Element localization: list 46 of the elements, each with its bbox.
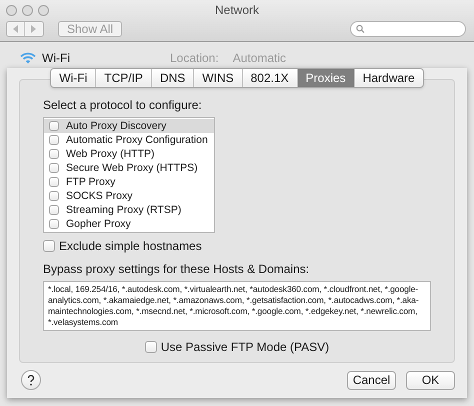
protocol-item[interactable]: Web Proxy (HTTP) — [44, 147, 214, 161]
checkbox[interactable] — [49, 205, 59, 215]
forward-icon — [31, 25, 36, 33]
location-label: Location: — [170, 50, 219, 67]
protocol-item[interactable]: Auto Proxy Discovery — [44, 119, 214, 133]
checkbox[interactable] — [144, 341, 157, 353]
window-control[interactable] — [6, 4, 17, 16]
section-label: Bypass proxy settings for these Hosts & Domains: — [43, 261, 310, 278]
service-name: Wi-Fi — [42, 50, 70, 67]
help-button[interactable] — [21, 370, 41, 390]
tab[interactable]: Proxies — [296, 69, 354, 87]
dialog-button[interactable]: Cancel — [347, 370, 396, 390]
protocol-item[interactable]: FTP Proxy — [44, 175, 214, 189]
bypass-text-area[interactable]: *.local, 169.254/16, *.autodesk.com, *.virtualearth.net, *autodesk360.com, *.cloudfront.net, *.google-analytics.com, *.akamaiedge.net, *.amazonaws.com, *.getsatisfaction.com, *.autocadws.com, *.aka-maintechnologies.com, *.msecnd.net, *.microsoft.com, *.google.com, *.edgekey.net, *.newrelic.com, *.velasystems.com — [43, 281, 431, 331]
back-icon — [13, 25, 18, 33]
tab[interactable]: WINS — [193, 69, 242, 87]
checkbox[interactable] — [49, 191, 59, 201]
protocol-item[interactable]: Streaming Proxy (RTSP) — [44, 203, 214, 217]
protocol-item[interactable]: Secure Web Proxy (HTTPS) — [44, 161, 214, 175]
tab[interactable]: TCP/IP — [95, 69, 151, 87]
checkbox[interactable] — [43, 240, 55, 252]
search-field[interactable] — [350, 21, 466, 37]
wifi-icon — [20, 52, 36, 64]
search-icon — [356, 24, 365, 34]
checkbox-label: Use Passive FTP Mode (PASV) — [160, 339, 330, 356]
section-label: Select a protocol to configure: — [43, 97, 203, 114]
checkbox[interactable] — [49, 121, 59, 131]
protocol-item[interactable]: Gopher Proxy — [44, 217, 214, 231]
tab[interactable]: Wi-Fi — [51, 69, 96, 87]
tab[interactable]: DNS — [150, 69, 194, 87]
protocol-item[interactable]: Automatic Proxy Configuration — [44, 133, 214, 147]
window-control[interactable] — [38, 4, 49, 16]
checkbox[interactable] — [49, 135, 59, 145]
checkbox[interactable] — [49, 163, 59, 173]
dialog-button[interactable]: OK — [406, 370, 455, 390]
question-mark-icon — [27, 374, 35, 386]
protocol-item[interactable]: SOCKS Proxy — [44, 189, 214, 203]
checkbox[interactable] — [49, 177, 59, 187]
back-forward-buttons[interactable] — [6, 21, 44, 37]
checkbox[interactable] — [49, 219, 59, 229]
checkbox-label: Exclude simple hostnames — [59, 238, 202, 255]
window-title: Network — [214, 2, 260, 19]
window-control[interactable] — [22, 4, 33, 16]
location-value: Automatic — [232, 50, 286, 67]
checkbox[interactable] — [49, 149, 59, 159]
tab[interactable]: Hardware — [354, 69, 423, 87]
